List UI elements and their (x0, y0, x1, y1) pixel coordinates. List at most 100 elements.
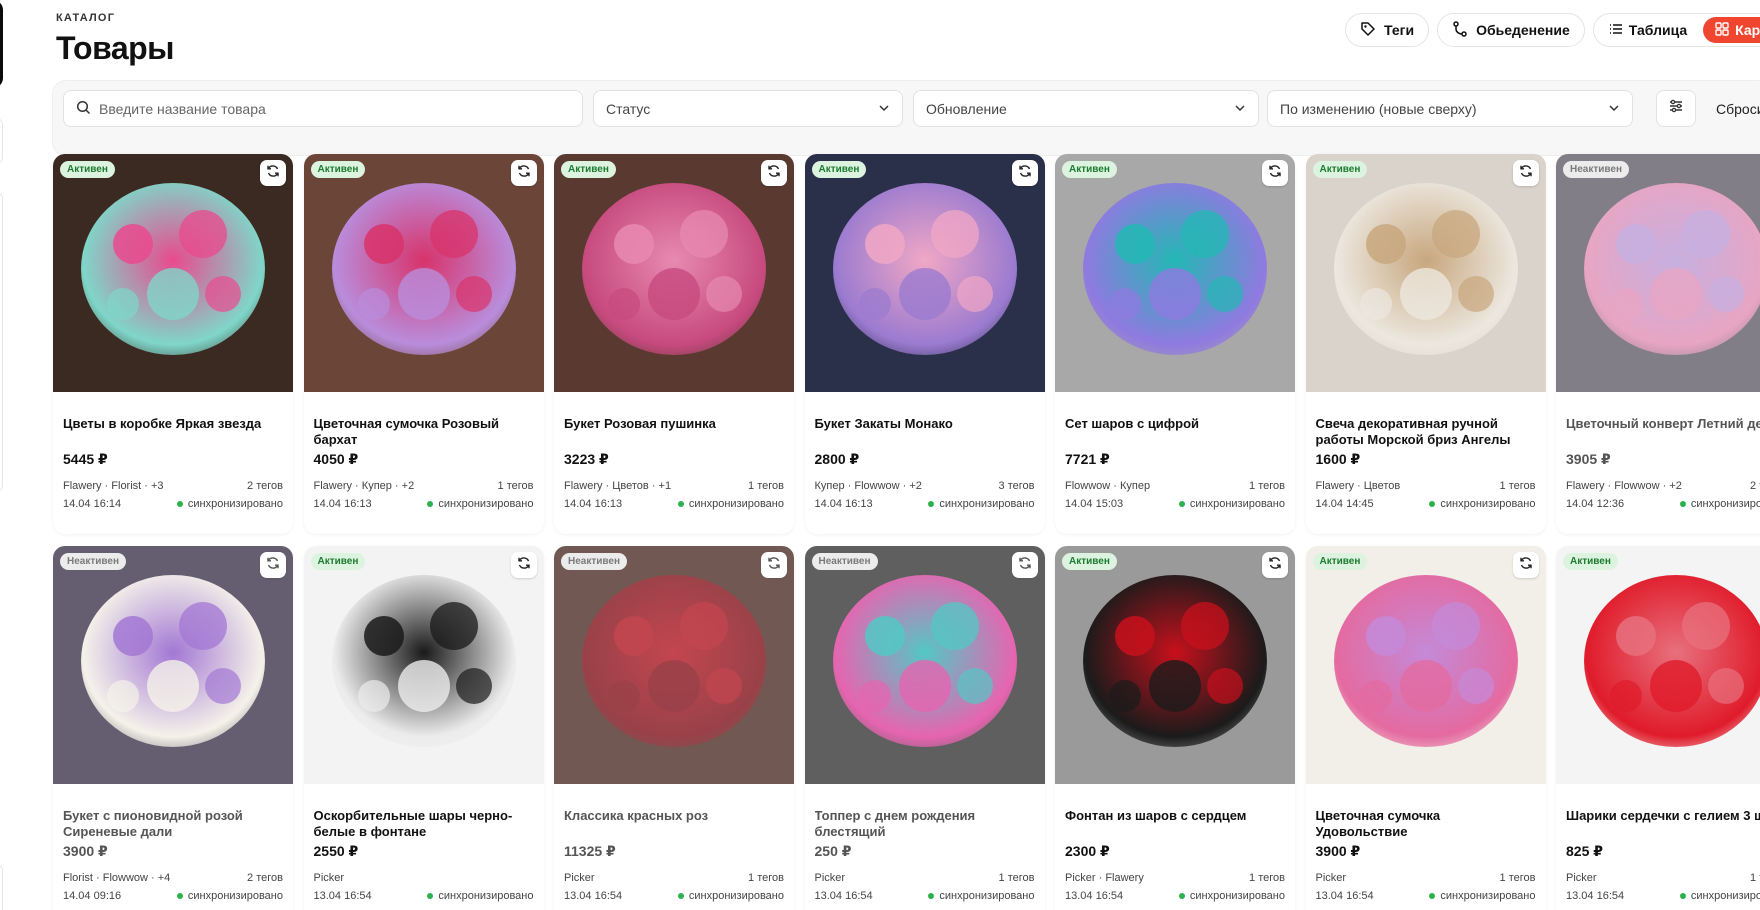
update-select[interactable]: Обновление (913, 90, 1259, 127)
product-sync-row: 13.04 16:54 синхронизировано (1316, 890, 1536, 902)
product-meta: Florist · Flowwow · +4 2 тегов (63, 872, 283, 884)
sync-status: синхронизировано (1680, 498, 1760, 510)
product-updated-date: 14.04 12:36 (1566, 498, 1625, 510)
product-card[interactable]: Неактивен Цветочный конверт Летний день … (1556, 154, 1760, 534)
product-photo: Активен (303, 546, 544, 784)
advanced-filters-button[interactable] (1656, 90, 1696, 127)
sync-button[interactable] (260, 160, 286, 186)
product-card[interactable]: Неактивен Топпер с днем рождения блестящ… (804, 546, 1045, 910)
product-photo: Активен (53, 154, 293, 392)
product-title[interactable]: Цветы в коробке Яркая звезда (63, 416, 283, 448)
search-input[interactable]: Введите название товара (63, 90, 583, 127)
sync-status: синхронизировано (928, 498, 1034, 510)
merge-button[interactable]: Обьеденение (1437, 13, 1585, 47)
product-card[interactable]: Активен Оскорбительные шары черно-белые … (303, 546, 544, 910)
product-price: 2550 ₽ (313, 843, 359, 859)
product-photo: Активен (1305, 154, 1546, 392)
product-sync-row: 14.04 14:45 синхронизировано (1316, 498, 1536, 510)
sync-button[interactable] (260, 552, 286, 578)
search-icon (76, 100, 91, 118)
product-title[interactable]: Оскорбительные шары черно-белые в фонтан… (314, 808, 534, 840)
product-sync-row: 14.04 16:14 синхронизировано (63, 498, 283, 510)
view-cards-button[interactable]: Карточки (1703, 17, 1760, 43)
product-title[interactable]: Свеча декоративная ручной работы Морской… (1316, 416, 1536, 448)
product-tags-count: 1 тегов (1249, 872, 1285, 884)
status-badge: Активен (1312, 161, 1368, 178)
status-badge: Активен (1563, 553, 1618, 570)
product-photo: Активен (303, 154, 544, 392)
product-title[interactable]: Фонтан из шаров с сердцем (1065, 808, 1285, 840)
product-title[interactable]: Шарики сердечки с гелием 3 шт (1566, 808, 1760, 840)
product-info: Цветы в коробке Яркая звезда 5445 ₽ Flaw… (53, 392, 293, 510)
sync-button[interactable] (1262, 552, 1288, 578)
product-title[interactable]: Классика красных роз (564, 808, 784, 840)
product-title[interactable]: Топпер с днем рождения блестящий (815, 808, 1035, 840)
product-card[interactable]: Активен Фонтан из шаров с сердцем 2300 ₽… (1055, 546, 1295, 910)
product-photo: Активен (804, 154, 1045, 392)
status-badge: Неактивен (60, 553, 127, 570)
product-meta: Picker · Flawery 1 тегов (1065, 872, 1285, 884)
search-placeholder: Введите название товара (99, 100, 266, 117)
rail-nav-item[interactable] (0, 118, 3, 164)
product-card[interactable]: Активен Свеча декоративная ручной работы… (1305, 154, 1546, 534)
tags-button[interactable]: Теги (1345, 13, 1430, 47)
product-card[interactable]: Неактивен Классика красных роз 11325 ₽ P… (554, 546, 794, 910)
product-card[interactable]: Активен Цветы в коробке Яркая звезда 544… (53, 154, 293, 534)
list-icon (1609, 22, 1623, 39)
product-sync-row: 13.04 16:54 синхронизировано (815, 890, 1035, 902)
product-title[interactable]: Цветочный конверт Летний день (1566, 416, 1760, 448)
product-card[interactable]: Активен Сет шаров с цифрой 7721 ₽ Flowwo… (1055, 154, 1295, 534)
product-title[interactable]: Цветочная сумочка Розовый бархат (314, 416, 534, 448)
status-select[interactable]: Статус (593, 90, 903, 127)
product-meta: Flawery · Цветов · +1 1 тегов (564, 480, 784, 492)
product-title[interactable]: Букет Закаты Монако (815, 416, 1035, 448)
product-card[interactable]: Неактивен Букет с пионовидной розой Сире… (53, 546, 293, 910)
tag-icon (1360, 21, 1376, 40)
view-table-button[interactable]: Таблица (1597, 17, 1699, 43)
product-photo-art (1305, 154, 1546, 392)
product-card[interactable]: Активен Букет Розовая пушинка 3223 ₽ Fla… (554, 154, 794, 534)
rail-nav-group[interactable] (0, 192, 3, 492)
product-card[interactable]: Активен Букет Закаты Монако 2800 ₽ Купер… (804, 154, 1045, 534)
product-card[interactable]: Активен Цветочная сумочка Розовый бархат… (303, 154, 544, 534)
sync-button[interactable] (761, 552, 787, 578)
product-tags-count: 2 тегов (1750, 480, 1760, 492)
product-title[interactable]: Букет с пионовидной розой Сиреневые дали (63, 808, 283, 840)
product-title[interactable]: Сет шаров с цифрой (1065, 416, 1285, 448)
sync-button[interactable] (761, 160, 787, 186)
sync-button[interactable] (1011, 160, 1038, 186)
refresh-icon (517, 164, 531, 183)
sync-button[interactable] (510, 552, 537, 578)
product-meta: Flawery · Florist · +3 2 тегов (63, 480, 283, 492)
sync-button[interactable] (1512, 160, 1539, 186)
product-title[interactable]: Цветочная сумочка Удовольствие (1316, 808, 1536, 840)
product-photo: Активен (1556, 546, 1760, 784)
product-meta: Flowwow · Купер 1 тегов (1065, 480, 1285, 492)
rail-active-indicator[interactable] (0, 0, 3, 88)
refresh-icon (1018, 164, 1032, 183)
sort-select[interactable]: По изменению (новые сверху) (1267, 90, 1633, 127)
refresh-icon (1268, 164, 1282, 183)
product-photo: Неактивен (554, 546, 794, 784)
sync-button[interactable] (1011, 552, 1038, 578)
product-card[interactable]: Активен Шарики сердечки с гелием 3 шт 82… (1556, 546, 1760, 910)
tags-label: Теги (1384, 22, 1415, 38)
sync-button[interactable] (1512, 552, 1539, 578)
product-tags-count: 1 тегов (748, 872, 784, 884)
product-photo-art (554, 154, 794, 392)
product-title[interactable]: Букет Розовая пушинка (564, 416, 784, 448)
reset-filters-link[interactable]: Сбросить (1716, 101, 1760, 117)
product-price: 1600 ₽ (1315, 451, 1361, 467)
sync-button[interactable] (1262, 160, 1288, 186)
product-price: 5445 ₽ (63, 451, 108, 467)
product-photo: Активен (1055, 154, 1295, 392)
filter-bar: Введите название товара Статус Обновлени… (52, 80, 1760, 156)
product-card[interactable]: Активен Цветочная сумочка Удовольствие 3… (1305, 546, 1546, 910)
sync-button[interactable] (510, 160, 537, 186)
product-info: Топпер с днем рождения блестящий 250 ₽ P… (805, 784, 1045, 902)
product-photo-art (1556, 154, 1760, 392)
rail-nav-bottom[interactable] (0, 864, 3, 910)
product-meta: Picker (314, 872, 534, 884)
product-tags-count: 2 тегов (247, 872, 283, 884)
view-switcher: Таблица Карточки (1592, 13, 1760, 47)
